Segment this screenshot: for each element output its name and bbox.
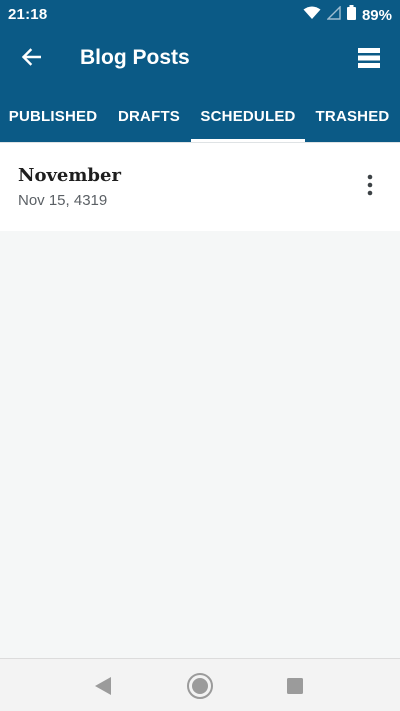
app-bar: Blog Posts (0, 30, 400, 90)
tab-label: PUBLISHED (8, 107, 98, 125)
status-time: 21:18 (8, 6, 48, 23)
tab-scheduled[interactable]: SCHEDULED (191, 90, 305, 142)
tab-published[interactable]: PUBLISHED (0, 90, 106, 142)
tab-label: TRASHED (315, 107, 390, 125)
more-vertical-icon (367, 174, 373, 201)
post-more-button[interactable] (358, 173, 382, 201)
post-date: Nov 15, 4319 (18, 192, 108, 209)
back-button[interactable] (14, 42, 48, 76)
cell-signal-icon (326, 4, 341, 25)
list-view-icon (358, 47, 380, 73)
nav-recents-icon[interactable] (287, 678, 303, 694)
post-list-empty-area (0, 231, 400, 658)
list-view-button[interactable] (352, 43, 386, 77)
tab-bar: PUBLISHED DRAFTS SCHEDULED TRASHED (0, 90, 400, 142)
tab-drafts[interactable]: DRAFTS (106, 90, 192, 142)
tab-label: SCHEDULED (200, 107, 296, 125)
post-list-item[interactable]: November Nov 15, 4319 (0, 143, 400, 231)
status-bar: 21:18 89% (0, 0, 400, 30)
post-title: November (18, 165, 121, 186)
navigation-bar (0, 658, 400, 711)
tab-label: DRAFTS (117, 107, 181, 125)
status-icons: 89% (303, 4, 392, 25)
arrow-left-icon (21, 47, 42, 71)
battery-icon (346, 5, 356, 25)
tab-trashed[interactable]: TRASHED (305, 90, 400, 142)
battery-percent: 89% (361, 6, 392, 24)
nav-home-icon[interactable] (186, 672, 214, 700)
page-title: Blog Posts (80, 46, 190, 69)
nav-back-icon[interactable] (93, 675, 113, 697)
wifi-icon (303, 6, 321, 25)
